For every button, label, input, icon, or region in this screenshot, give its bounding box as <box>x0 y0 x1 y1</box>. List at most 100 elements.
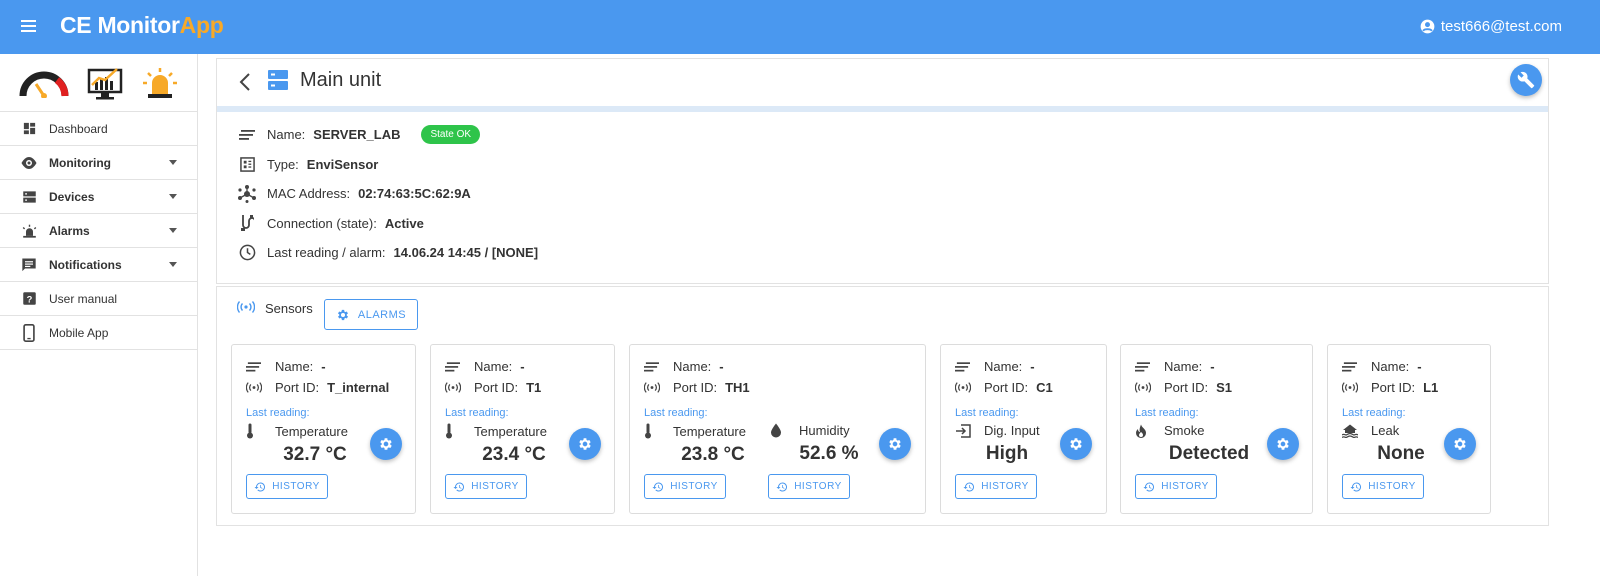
user-account[interactable]: test666@test.com <box>1420 18 1562 35</box>
history-button[interactable]: HISTORY <box>246 474 328 499</box>
gear-icon <box>1454 438 1466 450</box>
sensor-name-row: Name: - <box>1342 359 1422 374</box>
quantity-value: High <box>985 443 1029 464</box>
quantity-value: 23.4 °C <box>482 444 546 465</box>
sensor-name-label: Name: <box>984 359 1023 374</box>
fire-icon <box>1135 424 1151 438</box>
history-button-humidity[interactable]: HISTORY <box>768 474 850 499</box>
sensor-settings-button[interactable] <box>569 428 601 460</box>
sidebar-item-label: Alarms <box>49 223 90 238</box>
device-type-icon <box>237 155 257 173</box>
main-content: Main unit Name: SERVER_LAB State OK Type… <box>216 58 1549 526</box>
quantity-label: Dig. Input <box>984 423 1040 438</box>
wireless-sensor-icon <box>1135 382 1151 393</box>
gauge-icon[interactable] <box>19 68 69 98</box>
sensors-card: Sensors ALARMS Name: - Port ID: T_intern… <box>216 286 1549 526</box>
sensor-name-value: - <box>321 359 326 374</box>
sensor-name-row: Name: - <box>1135 359 1215 374</box>
sensor-port-row: Port ID: C1 <box>955 380 1053 395</box>
top-app-bar: CE MonitorApp test666@test.com <box>0 0 1600 54</box>
sidebar-item-label: Notifications <box>49 257 122 272</box>
chevron-down-icon[interactable] <box>169 194 177 199</box>
sensor-port-value: TH1 <box>725 380 750 395</box>
hamburger-menu-icon[interactable] <box>18 16 42 38</box>
chevron-down-icon[interactable] <box>169 228 177 233</box>
wireless-sensor-icon <box>445 382 461 393</box>
gear-icon <box>380 438 392 450</box>
sensor-name-row: Name: - <box>246 359 326 374</box>
sensor-quantity: Leak None <box>1342 423 1442 465</box>
alarms-button[interactable]: ALARMS <box>324 299 418 330</box>
name-lines-icon <box>955 361 971 372</box>
thermometer-icon <box>445 423 461 439</box>
sidebar-item-user-manual[interactable]: ? User manual <box>0 282 197 316</box>
history-button-temperature[interactable]: HISTORY <box>644 474 726 499</box>
history-icon <box>776 481 788 491</box>
sidebar-item-monitoring[interactable]: Monitoring <box>0 146 197 180</box>
sidebar-item-dashboard[interactable]: Dashboard <box>0 112 197 146</box>
last-reading-label: Last reading: <box>644 407 708 419</box>
sensors-heading: Sensors <box>236 301 313 316</box>
quantity-label: Temperature <box>474 423 547 439</box>
quantity-label: Humidity <box>799 423 850 438</box>
sensor-settings-button[interactable] <box>879 428 911 460</box>
sensor-name-label: Name: <box>1164 359 1203 374</box>
thermometer-icon <box>246 423 262 439</box>
gear-icon <box>579 438 591 450</box>
name-lines-icon <box>1342 361 1358 372</box>
history-button[interactable]: HISTORY <box>1342 474 1424 499</box>
quantity-label: Temperature <box>275 423 348 439</box>
chevron-down-icon[interactable] <box>169 160 177 165</box>
sensor-port-row: Port ID: T_internal <box>246 380 389 395</box>
sensor-name-value: - <box>1030 359 1035 374</box>
sensor-settings-button[interactable] <box>1444 428 1476 460</box>
eye-icon <box>20 154 38 172</box>
alarm-siren-icon[interactable] <box>142 66 178 100</box>
sensor-port-label: Port ID: <box>1371 380 1416 395</box>
chevron-down-icon[interactable] <box>169 262 177 267</box>
quantity-value: Detected <box>1168 443 1250 464</box>
settings-wrench-button[interactable] <box>1510 64 1542 96</box>
history-icon <box>652 481 664 491</box>
water-drop-icon <box>770 423 786 438</box>
sensor-name-value: - <box>1210 359 1215 374</box>
sensor-port-value: T1 <box>526 380 542 395</box>
sidebar-item-notifications[interactable]: Notifications <box>0 248 197 282</box>
sensor-settings-button[interactable] <box>370 428 402 460</box>
history-button-label: HISTORY <box>471 481 519 492</box>
network-hub-icon <box>237 184 257 203</box>
last-reading-value: 14.06.24 14:45 / [NONE] <box>393 245 539 261</box>
unit-info-card: Name: SERVER_LAB State OK Type: EnviSens… <box>216 112 1549 284</box>
sidebar-item-devices[interactable]: Devices <box>0 180 197 214</box>
sensor-quantity: Dig. Input High <box>955 423 1059 465</box>
sensor-settings-button[interactable] <box>1060 428 1092 460</box>
history-button[interactable]: HISTORY <box>1135 474 1217 499</box>
sensor-name-value: - <box>520 359 525 374</box>
quantity-value: 52.6 % <box>799 443 859 464</box>
sensor-quantity: Temperature 23.4 °C <box>445 423 565 466</box>
wireless-sensor-icon <box>246 382 262 393</box>
sensor-name-label: Name: <box>1371 359 1410 374</box>
back-chevron-icon[interactable] <box>237 71 255 93</box>
chart-monitor-icon[interactable] <box>87 65 123 101</box>
history-button[interactable]: HISTORY <box>445 474 527 499</box>
quantity-label: Smoke <box>1164 423 1205 438</box>
sidebar-item-alarms[interactable]: Alarms <box>0 214 197 248</box>
last-reading-label: Last reading: <box>445 407 509 419</box>
history-icon <box>254 481 266 491</box>
sensors-title: Sensors <box>265 301 313 316</box>
last-reading-label: Last reading: <box>955 407 1019 419</box>
sidebar-item-label: Dashboard <box>49 121 108 136</box>
history-button-label: HISTORY <box>794 481 842 492</box>
history-icon <box>453 481 465 491</box>
name-lines-icon <box>237 126 257 144</box>
sensor-name-value: - <box>1417 359 1422 374</box>
app-title[interactable]: CE MonitorApp <box>60 12 224 39</box>
sidebar-item-mobile-app[interactable]: Mobile App <box>0 316 197 350</box>
phone-icon <box>20 323 38 342</box>
sensor-settings-button[interactable] <box>1267 428 1299 460</box>
history-button[interactable]: HISTORY <box>955 474 1037 499</box>
dashboard-icon <box>20 120 38 138</box>
quantity-label: Leak <box>1371 423 1400 438</box>
server-icon <box>268 70 288 90</box>
